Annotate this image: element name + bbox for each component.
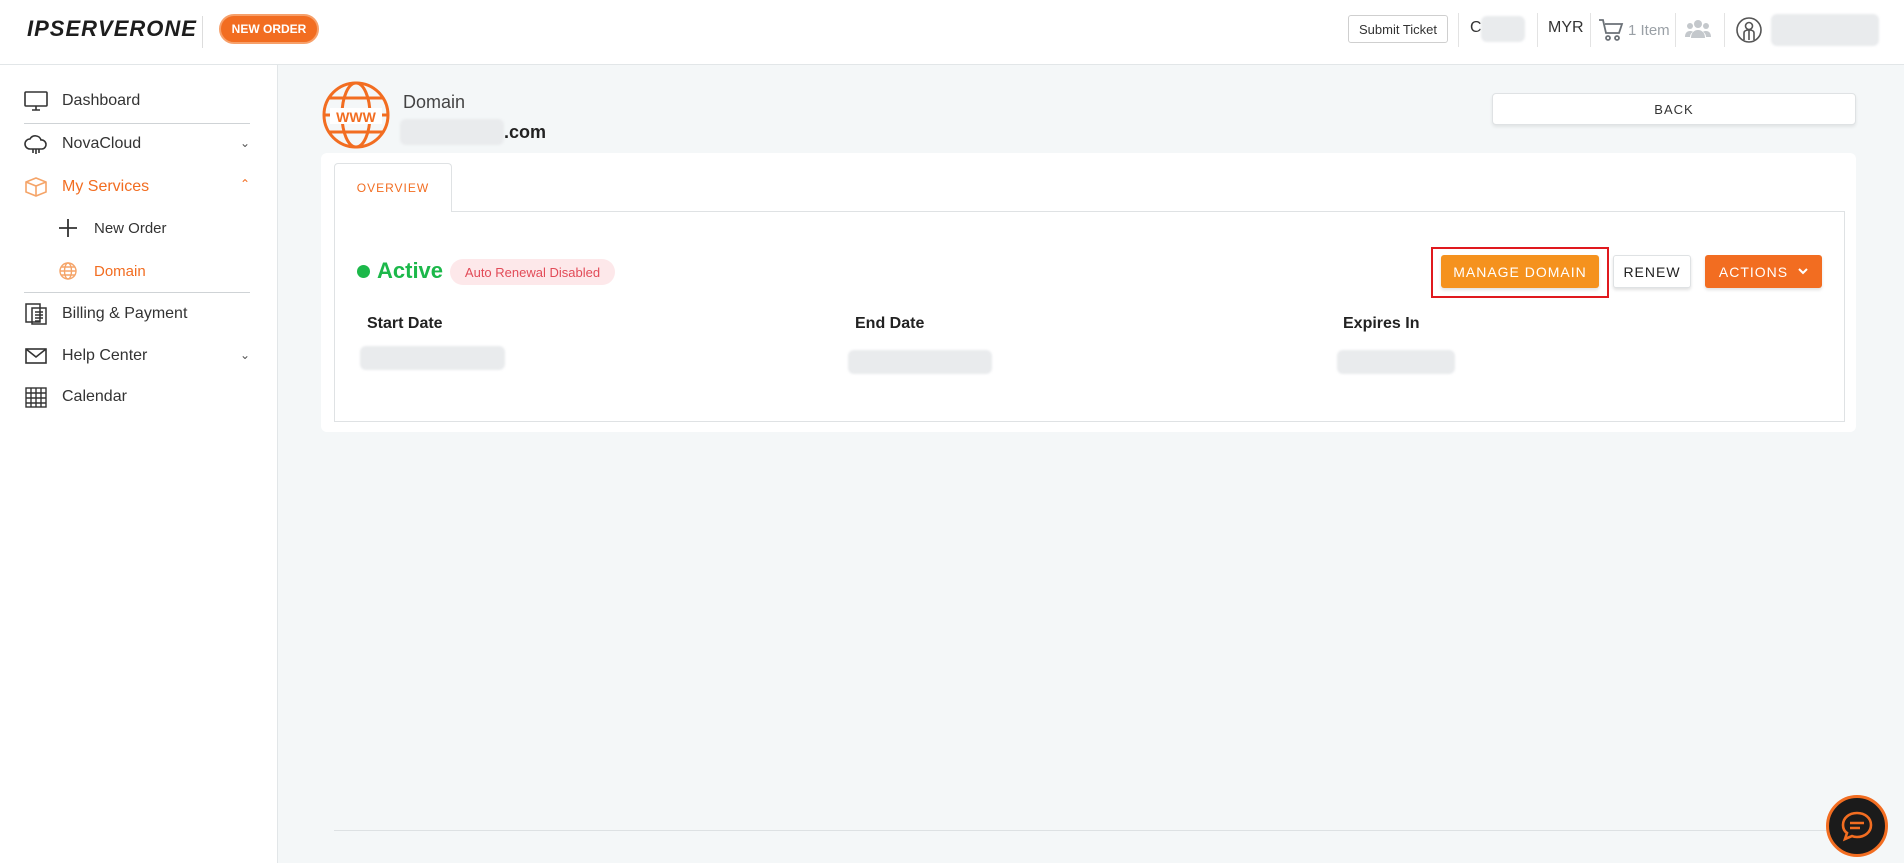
sidebar-divider [24, 123, 250, 124]
chat-bubble-icon [1841, 811, 1873, 842]
user-avatar-icon [1736, 17, 1762, 43]
credit-value-redacted [1481, 16, 1525, 42]
status-text: Active [377, 258, 444, 283]
header-divider [1724, 13, 1725, 47]
sidebar-item-label: Dashboard [62, 92, 141, 109]
end-date-label: End Date [855, 315, 925, 332]
globe-icon [58, 261, 78, 281]
monitor-icon [24, 89, 48, 113]
sidebar-subitem-new-order[interactable]: New Order [58, 213, 167, 243]
sidebar-item-help-center[interactable]: Help Center ⌄ [24, 338, 250, 374]
header-divider [202, 16, 203, 48]
start-date-label: Start Date [367, 315, 443, 332]
domain-name-redacted [400, 119, 504, 145]
username-redacted [1771, 14, 1879, 46]
sidebar-item-label: Calendar [62, 388, 127, 405]
chevron-up-icon: ⌃ [239, 177, 250, 191]
plus-icon [58, 218, 78, 238]
expires-in-value-redacted [1337, 350, 1455, 374]
credit-prefix: C [1470, 19, 1482, 36]
box-icon [24, 175, 48, 199]
status-indicator-dot [357, 265, 370, 278]
end-date-value-redacted [848, 350, 992, 374]
tab-overview[interactable]: OVERVIEW [334, 163, 452, 212]
currency-selector[interactable]: MYR [1548, 19, 1584, 37]
cart-count: 1 Item [1628, 21, 1670, 39]
renew-button[interactable]: RENEW [1613, 255, 1691, 288]
credit-balance[interactable]: C [1470, 19, 1482, 37]
expires-in-label: Expires In [1343, 315, 1420, 332]
sidebar-item-calendar[interactable]: Calendar [24, 379, 250, 415]
header-divider [1458, 13, 1459, 47]
new-order-button[interactable]: NEW ORDER [219, 14, 319, 44]
actions-dropdown-button[interactable]: ACTIONS [1705, 255, 1822, 288]
sidebar-subitem-label: New Order [94, 219, 167, 237]
sidebar-item-novacloud[interactable]: NovaCloud ⌄ [24, 126, 250, 162]
chevron-down-icon [1798, 267, 1808, 274]
back-button[interactable]: BACK [1492, 93, 1856, 125]
footer-divider [334, 830, 1845, 831]
cart-icon [1599, 19, 1624, 41]
start-date-value-redacted [360, 346, 505, 370]
sidebar-item-my-services[interactable]: My Services ⌃ [24, 169, 250, 205]
sidebar-item-label: Help Center [62, 347, 148, 364]
auto-renewal-badge: Auto Renewal Disabled [450, 259, 615, 285]
sidebar-item-label: NovaCloud [62, 135, 142, 152]
domain-suffix: .com [504, 122, 547, 142]
sidebar-item-label: My Services [62, 178, 150, 195]
live-chat-button[interactable] [1826, 795, 1888, 857]
chevron-down-icon: ⌄ [239, 136, 250, 150]
service-type-label: Domain [403, 92, 466, 112]
sidebar-divider [24, 292, 250, 293]
mail-icon [24, 344, 48, 368]
manage-domain-button[interactable]: MANAGE DOMAIN [1441, 255, 1599, 288]
top-header: IPSERVERONE NEW ORDER Submit Ticket C MY… [0, 0, 1904, 65]
overview-panel [334, 211, 1845, 422]
submit-ticket-button[interactable]: Submit Ticket [1348, 15, 1448, 43]
header-divider [1537, 13, 1538, 47]
chevron-down-icon: ⌄ [239, 348, 250, 362]
header-divider [1675, 13, 1676, 47]
www-globe-icon: WWW [321, 80, 391, 150]
www-text: WWW [336, 109, 376, 125]
sidebar-item-billing[interactable]: Billing & Payment [24, 296, 250, 332]
cloud-icon [24, 132, 48, 156]
users-icon [1685, 20, 1711, 38]
team-button[interactable] [1685, 18, 1711, 45]
calendar-icon [24, 385, 48, 409]
cart-button[interactable]: 1 Item [1598, 18, 1670, 42]
actions-label: ACTIONS [1718, 263, 1789, 280]
sidebar-subitem-domain[interactable]: Domain [58, 256, 146, 286]
sidebar-item-label: Billing & Payment [62, 305, 188, 322]
header-divider [1590, 13, 1591, 47]
ipserverone-logo[interactable]: IPSERVERONE [27, 16, 197, 42]
invoice-icon [24, 302, 48, 326]
sidebar-subitem-label: Domain [94, 262, 146, 280]
sidebar-item-dashboard[interactable]: Dashboard [24, 83, 250, 119]
user-menu-button[interactable] [1735, 16, 1763, 49]
